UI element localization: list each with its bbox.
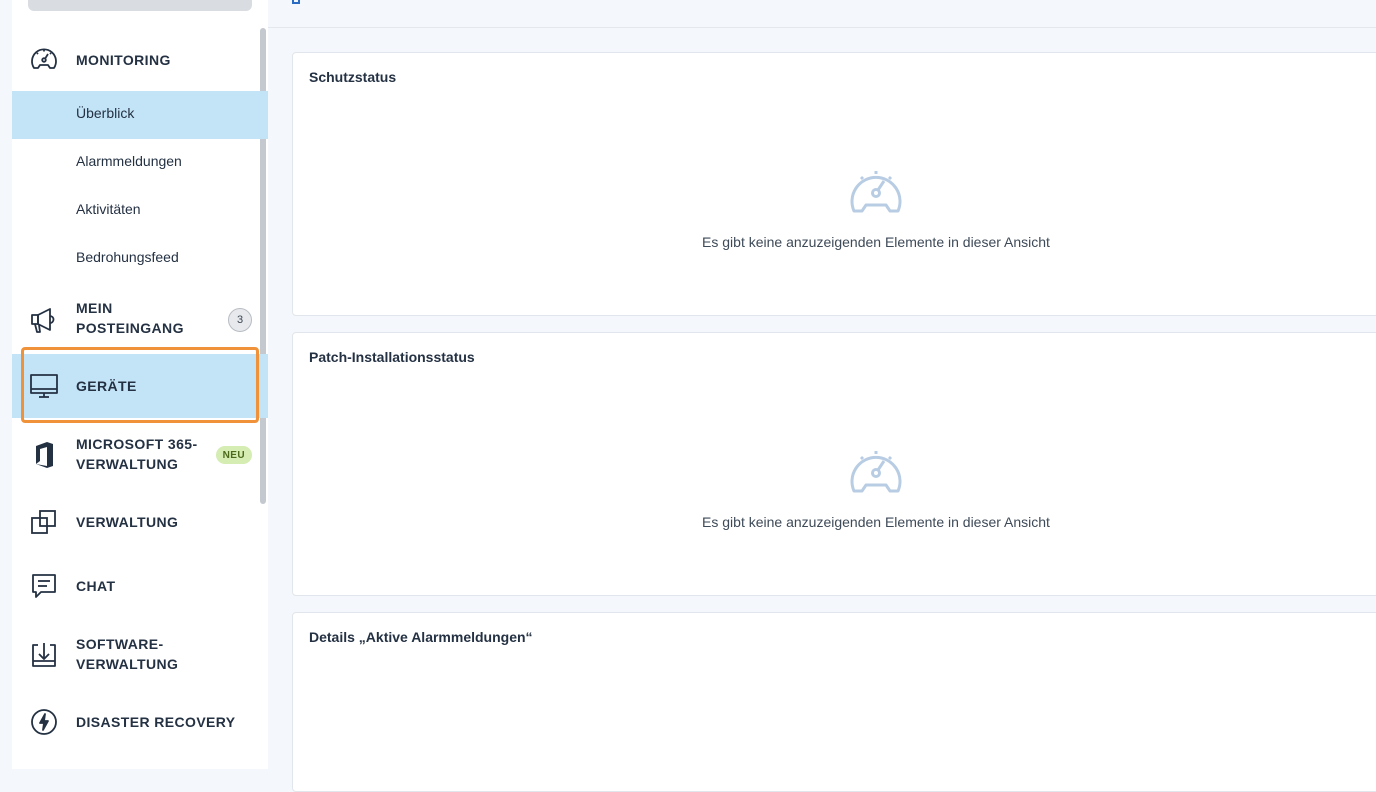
new-badge: NEU — [215, 446, 252, 464]
top-strip — [268, 0, 1376, 28]
nav-microsoft365[interactable]: MICROSOFT 365- VERWALTUNG NEU — [12, 428, 268, 482]
speedometer-icon — [844, 451, 908, 503]
speedometer-icon — [844, 171, 908, 223]
nav-inbox-label-line1: MEIN — [76, 300, 113, 316]
monitor-icon — [26, 368, 62, 404]
nav-disaster-recovery[interactable]: DISASTER RECOVERY — [12, 702, 268, 742]
bracket-icon — [292, 0, 300, 4]
nav-microsoft365-label: MICROSOFT 365- VERWALTUNG — [76, 434, 198, 474]
card-aktive-alarmmeldungen: Details „Aktive Alarmmeldungen“ — [292, 612, 1376, 792]
nav-disaster-recovery-label: DISASTER RECOVERY — [76, 714, 236, 730]
download-tray-icon — [26, 637, 62, 673]
empty-state: Es gibt keine anzuzeigenden Elemente in … — [293, 163, 1376, 250]
nav-sub-ueberblick[interactable]: Überblick — [12, 91, 268, 139]
nav-software[interactable]: SOFTWARE- VERWALTUNG — [12, 628, 268, 682]
nav-sub-label: Bedrohungsfeed — [76, 249, 179, 265]
card-title: Details „Aktive Alarmmeldungen“ — [309, 629, 533, 645]
empty-message: Es gibt keine anzuzeigenden Elemente in … — [702, 234, 1050, 250]
overlapping-squares-icon — [26, 504, 62, 540]
nav-sub-label: Überblick — [76, 105, 135, 121]
nav-sub-alarmmeldungen[interactable]: Alarmmeldungen — [12, 139, 268, 187]
nav-sub-aktivitaeten[interactable]: Aktivitäten — [12, 187, 268, 235]
sidebar-top-bar — [28, 0, 252, 11]
nav-software-label: SOFTWARE- VERWALTUNG — [76, 634, 178, 674]
nav-monitoring[interactable]: MONITORING — [12, 40, 268, 80]
empty-state: Es gibt keine anzuzeigenden Elemente in … — [293, 443, 1376, 530]
nav-software-label-line2: VERWALTUNG — [76, 656, 179, 672]
card-title: Schutzstatus — [309, 69, 397, 85]
nav-inbox[interactable]: MEIN POSTEINGANG 3 — [12, 292, 268, 348]
nav-devices-label: GERÄTE — [76, 378, 137, 394]
nav-sub-bedrohungsfeed[interactable]: Bedrohungsfeed — [12, 235, 268, 283]
speedometer-icon — [26, 42, 62, 78]
card-schutzstatus: Schutzstatus Es gibt keine anzuzeigenden… — [292, 52, 1376, 316]
nav-chat[interactable]: CHAT — [12, 566, 268, 606]
nav-sub-label: Alarmmeldungen — [76, 153, 182, 169]
nav-microsoft365-label-line1: MICROSOFT 365- — [76, 436, 198, 452]
nav-inbox-label: MEIN POSTEINGANG — [76, 298, 184, 338]
card-patch-installationsstatus: Patch-Installationsstatus Es gibt keine … — [292, 332, 1376, 596]
nav-sub-label: Aktivitäten — [76, 201, 141, 217]
megaphone-icon — [26, 302, 62, 338]
card-title: Patch-Installationsstatus — [309, 349, 475, 365]
nav-chat-label: CHAT — [76, 578, 116, 594]
nav-inbox-label-line2: POSTEINGANG — [76, 320, 184, 336]
chat-bubble-icon — [26, 568, 62, 604]
nav-monitoring-label: MONITORING — [76, 52, 171, 68]
lightning-circle-icon — [26, 704, 62, 740]
nav-microsoft365-label-line2: VERWALTUNG — [76, 456, 179, 472]
sidebar: MONITORING Überblick Alarmmeldungen Akti… — [12, 0, 268, 769]
nav-management[interactable]: VERWALTUNG — [12, 502, 268, 542]
office-logo-icon — [26, 437, 62, 473]
nav-devices[interactable]: GERÄTE — [12, 354, 268, 418]
nav-management-label: VERWALTUNG — [76, 514, 179, 530]
empty-message: Es gibt keine anzuzeigenden Elemente in … — [702, 514, 1050, 530]
inbox-count-badge: 3 — [228, 308, 252, 332]
nav-software-label-line1: SOFTWARE- — [76, 636, 164, 652]
